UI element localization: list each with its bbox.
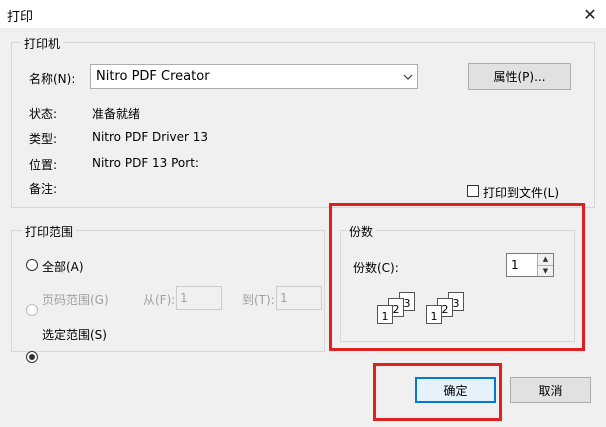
type-value: Nitro PDF Driver 13	[92, 130, 209, 144]
printer-name-combo[interactable]: Nitro PDF Creator	[90, 64, 418, 89]
radio-pages[interactable]	[26, 304, 38, 316]
from-input[interactable]: 1	[176, 286, 222, 310]
cancel-button[interactable]: 取消	[510, 377, 591, 403]
printer-name-label: 名称(N):	[29, 72, 76, 86]
from-label: 从(F):	[143, 293, 176, 307]
status-value: 准备就绪	[92, 107, 141, 121]
where-label: 位置:	[29, 158, 58, 172]
to-label: 到(T):	[242, 293, 275, 307]
print-range-group-title: 打印范围	[22, 223, 77, 240]
print-to-file-checkbox[interactable]	[467, 185, 479, 197]
comment-label: 备注:	[29, 182, 58, 196]
properties-button[interactable]: 属性(P)...	[468, 63, 571, 90]
highlight-copies	[329, 203, 585, 351]
printer-group-title: 打印机	[21, 35, 64, 52]
to-input[interactable]: 1	[276, 286, 322, 310]
radio-selection[interactable]	[26, 351, 38, 363]
close-icon[interactable]: ✕	[574, 0, 606, 28]
radio-selection-label[interactable]: 选定范围(S)	[42, 326, 107, 343]
where-value: Nitro PDF 13 Port:	[92, 156, 199, 170]
status-label: 状态:	[29, 107, 58, 121]
type-label: 类型:	[29, 132, 58, 146]
radio-pages-label[interactable]: 页码范围(G)	[42, 291, 109, 308]
highlight-ok	[373, 363, 502, 421]
printer-name-value: Nitro PDF Creator	[96, 69, 210, 84]
window-title: 打印	[7, 10, 34, 25]
radio-all[interactable]	[26, 259, 38, 271]
radio-all-label[interactable]: 全部(A)	[42, 258, 84, 275]
chevron-down-icon	[399, 65, 417, 88]
print-to-file-label[interactable]: 打印到文件(L)	[483, 184, 559, 201]
title-bar	[0, 0, 606, 28]
